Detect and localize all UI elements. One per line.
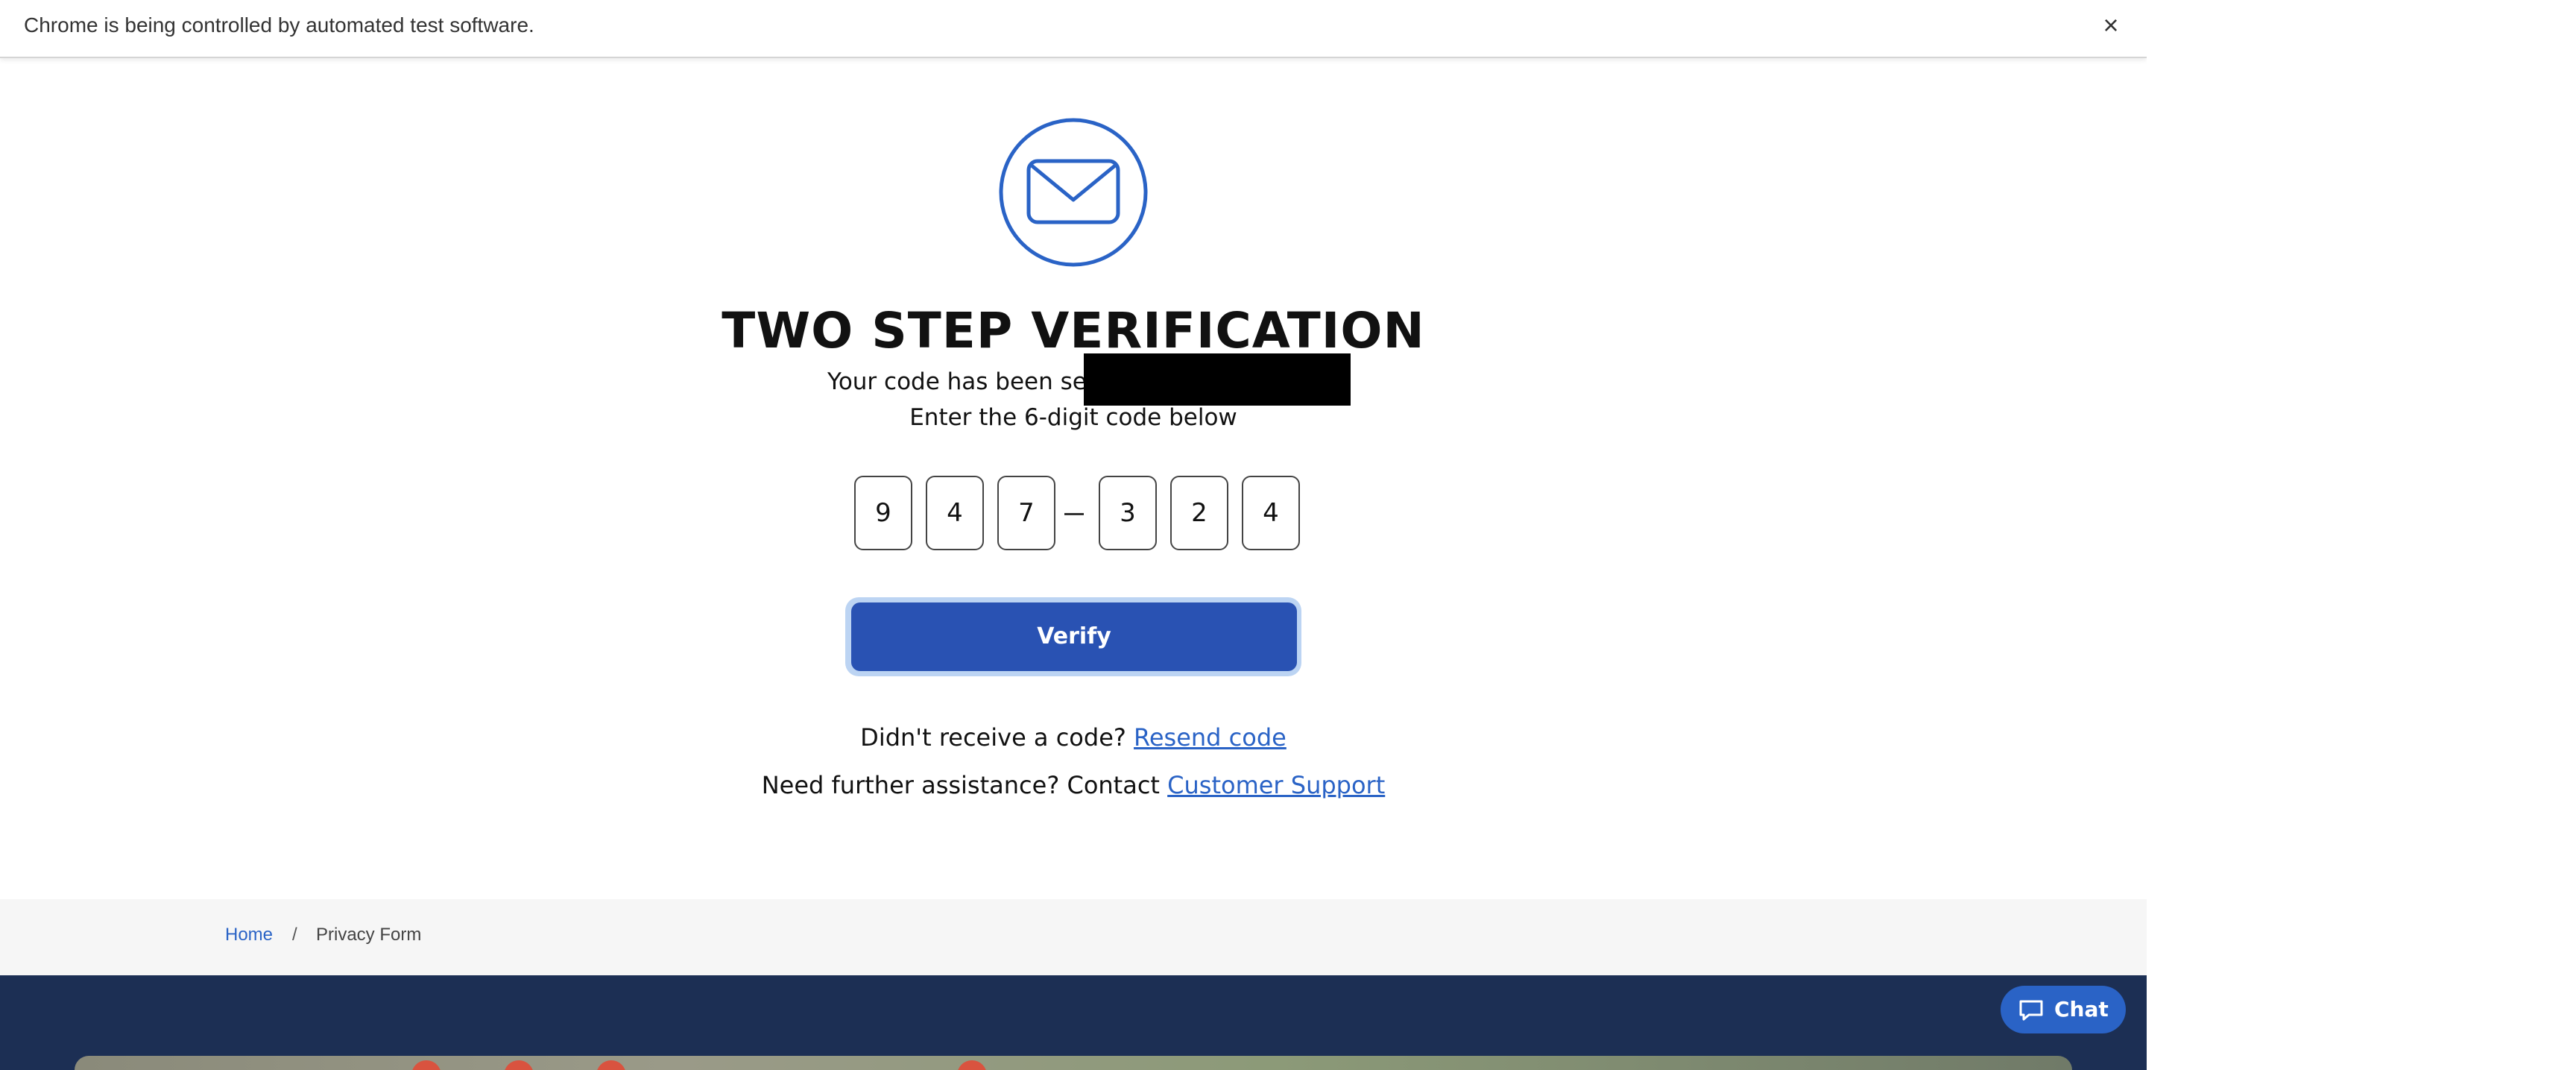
breadcrumb-separator: /	[292, 925, 297, 945]
resend-prompt: Didn't receive a code?	[860, 723, 1126, 752]
code-digit-3[interactable]: 7	[997, 476, 1055, 550]
support-row: Need further assistance? Contact Custome…	[0, 771, 2147, 799]
code-digit-1[interactable]: 9	[854, 476, 912, 550]
code-instructions: Enter the 6-digit code below	[909, 404, 1237, 431]
customer-support-link[interactable]: Customer Support	[1167, 771, 1385, 799]
footer-image-strip	[75, 1056, 2072, 1070]
envelope-icon	[999, 118, 1148, 267]
automation-infobar: Chrome is being controlled by automated …	[0, 0, 2147, 58]
code-digit-6[interactable]: 4	[1242, 476, 1300, 550]
code-digit-4[interactable]: 3	[1099, 476, 1157, 550]
redacted-contact	[1084, 353, 1351, 406]
browser-viewport: Chrome is being controlled by automated …	[0, 0, 2147, 1070]
breadcrumb-home-link[interactable]: Home	[225, 925, 273, 945]
infobar-message: Chrome is being controlled by automated …	[24, 13, 534, 37]
page-title: TWO STEP VERIFICATION	[722, 302, 1425, 359]
code-digit-2[interactable]: 4	[926, 476, 984, 550]
resend-row: Didn't receive a code? Resend code	[0, 723, 2147, 752]
code-digit-5[interactable]: 2	[1170, 476, 1228, 550]
chat-bubble-icon	[2019, 1000, 2043, 1021]
breadcrumb: Home / Privacy Form	[0, 899, 2147, 975]
support-prompt: Need further assistance? Contact	[761, 771, 1160, 799]
verify-button[interactable]: Verify	[851, 602, 1297, 671]
breadcrumb-current: Privacy Form	[316, 925, 422, 945]
chat-label: Chat	[2054, 997, 2109, 1022]
close-icon[interactable]: ×	[2096, 10, 2126, 40]
resend-code-link[interactable]: Resend code	[1134, 723, 1287, 752]
chat-button[interactable]: Chat	[2001, 986, 2126, 1033]
code-separator-dash	[1064, 513, 1084, 515]
